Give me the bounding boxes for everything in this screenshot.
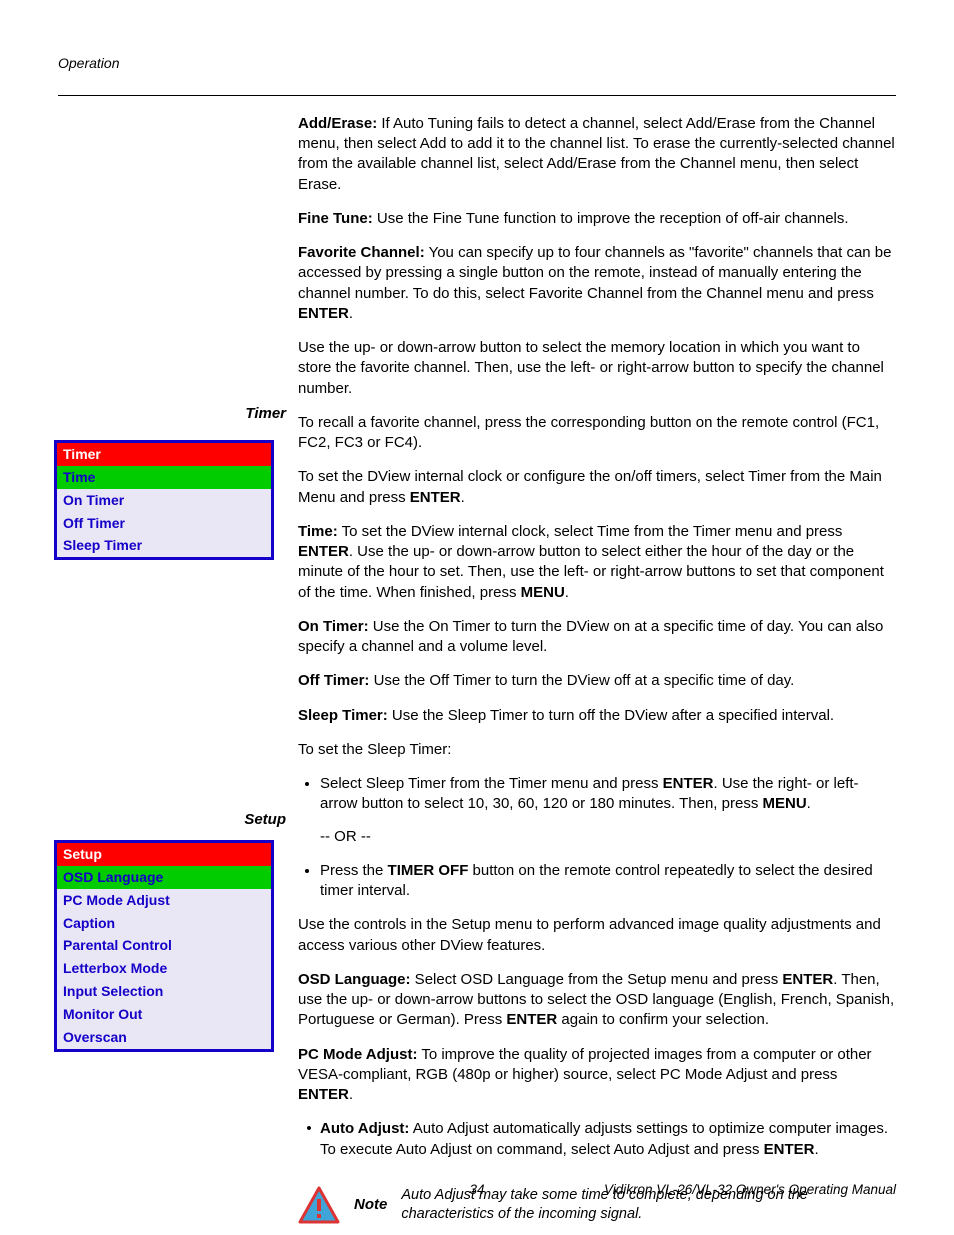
para-pc-mode: PC Mode Adjust: To improve the quality o… (298, 1045, 896, 1106)
timer-menu-title: Timer (57, 443, 271, 466)
timer-menu-item: Sleep Timer (57, 534, 271, 557)
pc-mode-list: Auto Adjust: Auto Adjust automatically a… (298, 1119, 896, 1160)
timer-menu: Timer Time On Timer Off Timer Sleep Time… (54, 440, 274, 560)
para-sleep-timer: Sleep Timer: Use the Sleep Timer to turn… (298, 706, 896, 726)
setup-menu-item: Letterbox Mode (57, 957, 271, 980)
setup-menu-item: PC Mode Adjust (57, 889, 271, 912)
header-section: Operation (58, 54, 896, 73)
para-timer-intro: To set the DView internal clock or confi… (298, 467, 896, 508)
timer-menu-item: On Timer (57, 489, 271, 512)
setup-menu-item: Overscan (57, 1026, 271, 1049)
para-on-timer: On Timer: Use the On Timer to turn the D… (298, 617, 896, 658)
para-favorite-channel: Favorite Channel: You can specify up to … (298, 243, 896, 324)
header-rule (58, 95, 896, 96)
sleep-list: Select Sleep Timer from the Timer menu a… (298, 774, 896, 901)
para-favorite-3: To recall a favorite channel, press the … (298, 413, 896, 454)
para-osd-language: OSD Language: Select OSD Language from t… (298, 970, 896, 1031)
setup-menu-item: Input Selection (57, 980, 271, 1003)
para-add-erase: Add/Erase: If Auto Tuning fails to detec… (298, 114, 896, 195)
auto-adjust-item: Auto Adjust: Auto Adjust automatically a… (320, 1119, 896, 1160)
para-time: Time: To set the DView internal clock, s… (298, 522, 896, 603)
timer-menu-item: Off Timer (57, 512, 271, 535)
setup-menu-highlight: OSD Language (57, 866, 271, 889)
setup-menu-item: Parental Control (57, 934, 271, 957)
setup-menu: Setup OSD Language PC Mode Adjust Captio… (54, 840, 274, 1052)
para-favorite-2: Use the up- or down-arrow button to sele… (298, 338, 896, 399)
setup-menu-item: Caption (57, 912, 271, 935)
para-sleep-intro: To set the Sleep Timer: (298, 740, 896, 760)
setup-menu-item: Monitor Out (57, 1003, 271, 1026)
timer-menu-highlight: Time (57, 466, 271, 489)
sidebar-label-timer: Timer (86, 404, 286, 424)
sleep-item-2: Press the TIMER OFF button on the remote… (320, 861, 896, 902)
para-fine-tune: Fine Tune: Use the Fine Tune function to… (298, 209, 896, 229)
footer: 34 Vidikron VL-26/VL-32 Owner's Operatin… (58, 1181, 896, 1199)
sidebar-label-setup: Setup (86, 810, 286, 830)
footer-doc-title: Vidikron VL-26/VL-32 Owner's Operating M… (604, 1181, 896, 1199)
sidebar: Timer Timer Time On Timer Off Timer Slee… (58, 114, 298, 1225)
page-number: 34 (469, 1181, 484, 1199)
sleep-or: -- OR -- (320, 827, 896, 847)
para-setup-intro: Use the controls in the Setup menu to pe… (298, 915, 896, 956)
sleep-item-1: Select Sleep Timer from the Timer menu a… (320, 774, 896, 847)
setup-menu-title: Setup (57, 843, 271, 866)
main-content: Add/Erase: If Auto Tuning fails to detec… (298, 114, 896, 1225)
para-off-timer: Off Timer: Use the Off Timer to turn the… (298, 671, 896, 691)
